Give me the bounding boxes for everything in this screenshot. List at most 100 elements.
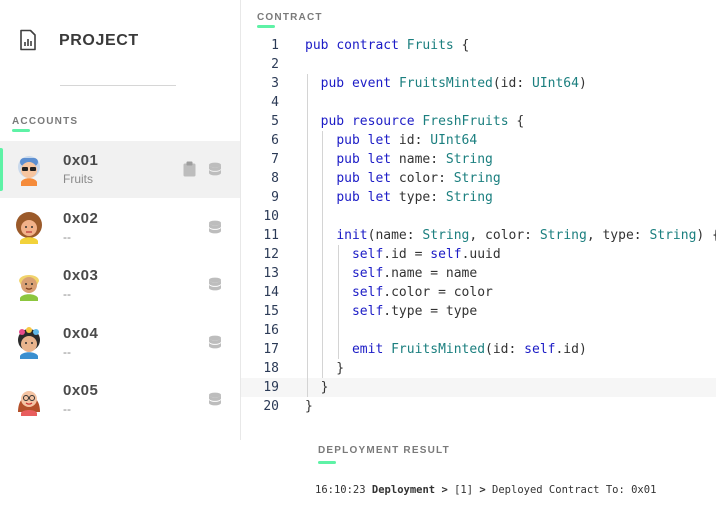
code-line[interactable]: 2 — [241, 55, 716, 74]
code-line[interactable]: 11 init(name: String, color: String, typ… — [241, 226, 716, 245]
account-subtitle: -- — [63, 344, 71, 359]
project-header[interactable]: PROJECT — [0, 0, 240, 86]
log-source: Deployment — [371, 484, 436, 496]
account-subtitle: -- — [63, 402, 71, 416]
account-address: 0x04 — [63, 324, 99, 342]
line-text: } — [305, 399, 313, 414]
line-text: pub event FruitsMinted(id: UInt64) — [320, 76, 587, 91]
accounts-accent — [12, 129, 30, 132]
code-line[interactable]: 20} — [241, 397, 716, 416]
account-address: 0x01 — [63, 152, 99, 169]
account-item[interactable]: 0x05 -- — [0, 371, 240, 428]
line-number: 18 — [263, 361, 279, 376]
accounts-label: ACCOUNTS — [12, 116, 79, 127]
account-subtitle: Fruits — [63, 172, 93, 186]
database-icon[interactable] — [208, 392, 222, 407]
code-area[interactable]: 1 pub contract Fruits { 2 3 pub event Fruit… — [241, 36, 716, 416]
line-number: 10 — [263, 209, 279, 224]
code-line[interactable]: 10 — [241, 207, 716, 226]
line-number: 5 — [271, 114, 279, 129]
document-chart-icon — [20, 29, 36, 51]
code-line[interactable]: 4 — [241, 93, 716, 112]
code-line[interactable]: 7 pub let name: String — [241, 150, 716, 169]
line-number: 3 — [271, 76, 279, 91]
account-item[interactable]: 0x01 Fruits — [0, 141, 240, 198]
project-title: PROJECT — [59, 32, 139, 49]
line-text: self.color = color — [351, 285, 493, 300]
clipboard-icon[interactable] — [183, 161, 196, 177]
account-address: 0x05 — [63, 382, 99, 399]
code-line[interactable]: 14 self.color = color — [241, 283, 716, 302]
account-item[interactable]: 0x04 -- — [0, 314, 240, 371]
line-text: self.id = self.uuid — [351, 247, 501, 262]
avatar-sunglasses-icon — [12, 152, 46, 188]
avatar-curly-hair-icon — [12, 210, 46, 246]
deployment-result-label: DEPLOYMENT RESULT — [318, 445, 450, 456]
sidebar: PROJECT ACCOUNTS 0x01 Fruits 0x02 -- 0x03 -- 0… — [0, 0, 241, 440]
deployment-result-accent — [318, 461, 336, 464]
account-address: 0x02 — [63, 209, 99, 227]
code-line[interactable]: 5 pub resource FreshFruits { — [241, 112, 716, 131]
line-number: 1 — [271, 38, 279, 53]
indent-guide — [307, 93, 308, 112]
account-item[interactable]: 0x03 -- — [0, 256, 240, 313]
contract-accent — [257, 25, 275, 28]
code-line[interactable]: 8 pub let color: String — [241, 169, 716, 188]
log-separator: > — [435, 484, 455, 496]
code-line[interactable]: 13 self.name = name — [241, 264, 716, 283]
log-separator: > — [473, 484, 493, 496]
line-number: 9 — [271, 190, 279, 205]
code-line[interactable]: 16 — [241, 321, 716, 340]
result-log-line: 16:10:23 Deployment > [1] > Deployed Con… — [315, 484, 656, 496]
code-line[interactable]: 12 self.id = self.uuid — [241, 245, 716, 264]
line-number: 11 — [263, 228, 279, 243]
line-text: pub contract Fruits { — [305, 38, 470, 53]
code-line[interactable]: 6 pub let id: UInt64 — [241, 131, 716, 150]
code-line[interactable]: 9 pub let type: String — [241, 188, 716, 207]
line-text: emit FruitsMinted(id: self.id) — [351, 342, 587, 357]
account-item[interactable]: 0x02 -- — [0, 199, 240, 256]
line-number: 16 — [263, 323, 279, 338]
line-text: pub let color: String — [336, 171, 501, 186]
code-line[interactable]: 18 } — [241, 359, 716, 378]
line-text: } — [305, 380, 329, 395]
line-number: 6 — [271, 133, 279, 148]
line-number: 7 — [271, 152, 279, 167]
log-index: [1] — [454, 484, 474, 496]
divider — [60, 85, 176, 86]
line-number: 12 — [263, 247, 279, 262]
line-text: pub resource FreshFruits { — [320, 114, 525, 129]
code-line[interactable]: 15 self.type = type — [241, 302, 716, 321]
code-line[interactable]: 3 pub event FruitsMinted(id: UInt64) — [241, 74, 716, 93]
account-address: 0x03 — [63, 267, 99, 284]
code-line[interactable]: 1 pub contract Fruits { — [241, 36, 716, 55]
avatar-flower-hair-icon — [12, 325, 46, 361]
line-text: pub let name: String — [336, 152, 493, 167]
line-number: 2 — [271, 57, 279, 72]
indent-guide — [307, 321, 308, 340]
account-subtitle: -- — [63, 287, 71, 301]
database-icon[interactable] — [208, 162, 222, 177]
indent-guide — [322, 207, 323, 226]
database-icon[interactable] — [208, 335, 222, 350]
active-indicator — [0, 148, 3, 191]
line-number: 8 — [271, 171, 279, 186]
avatar-blonde-icon — [12, 267, 46, 303]
account-subtitle: -- — [63, 229, 71, 244]
code-editor[interactable]: CONTRACT 1 pub contract Fruits { 2 3 pub ev… — [241, 0, 716, 440]
line-text: pub let id: UInt64 — [336, 133, 478, 148]
indent-guide — [307, 207, 308, 226]
line-number: 15 — [263, 304, 279, 319]
database-icon[interactable] — [208, 220, 222, 235]
line-number: 13 — [263, 266, 279, 281]
database-icon[interactable] — [208, 277, 222, 292]
line-number: 20 — [263, 399, 279, 414]
code-line[interactable]: 19 } — [241, 378, 716, 397]
line-number: 17 — [263, 342, 279, 357]
line-number: 14 — [263, 285, 279, 300]
avatar-glasses-red-hair-icon — [12, 382, 46, 418]
line-number: 4 — [271, 95, 279, 110]
code-line[interactable]: 17 emit FruitsMinted(id: self.id) — [241, 340, 716, 359]
indent-guide — [338, 321, 339, 340]
contract-label: CONTRACT — [257, 12, 323, 23]
